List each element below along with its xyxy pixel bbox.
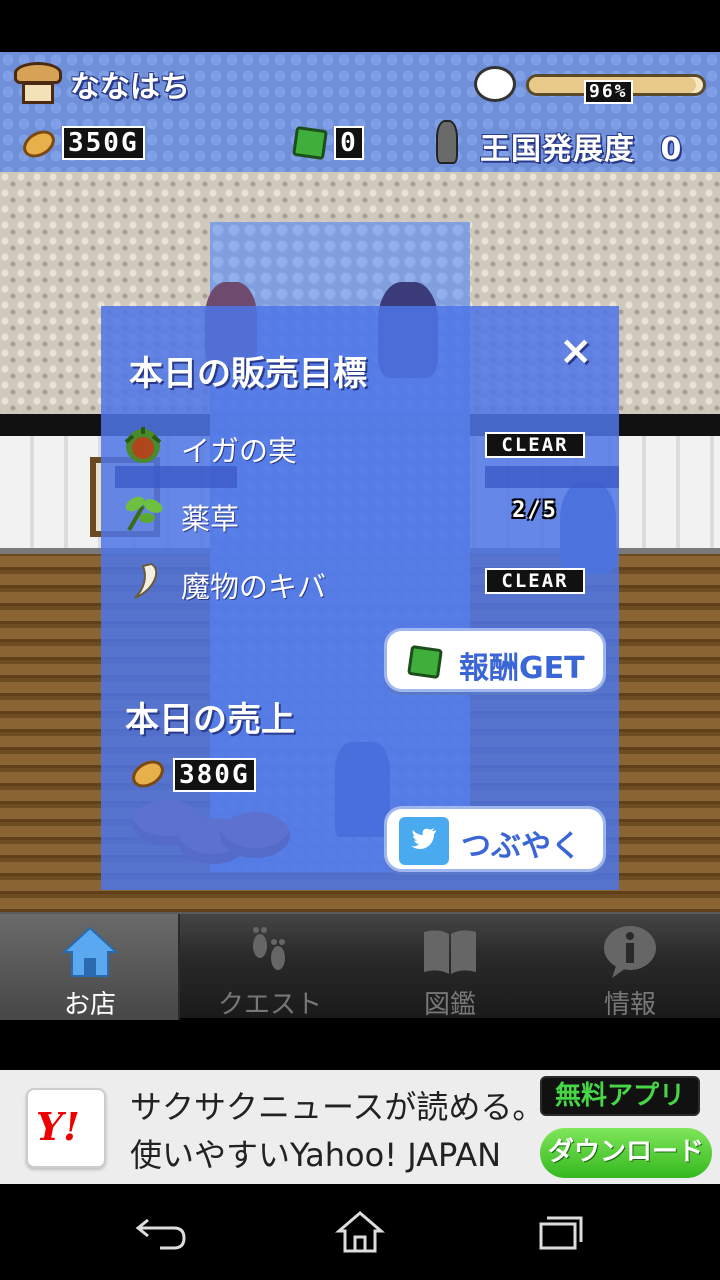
gem-icon bbox=[292, 125, 328, 161]
dialog-title: 本日の販売目標 bbox=[129, 354, 367, 394]
goal-item-name: 魔物のキバ bbox=[181, 570, 327, 604]
goal-item-row: イガの実 CLEAR bbox=[101, 418, 619, 478]
bottom-tab-bar: お店 クエスト 図鑑 情報 bbox=[0, 912, 720, 1020]
kingdom-value: 0 bbox=[660, 132, 683, 167]
reward-button-label: 報酬GET bbox=[459, 651, 585, 686]
tab-label: 図鑑 bbox=[423, 990, 476, 1020]
download-button[interactable]: ダウンロード bbox=[540, 1128, 712, 1178]
sales-amount: 380G bbox=[173, 758, 256, 792]
goal-item-name: 薬草 bbox=[181, 502, 240, 536]
info-icon bbox=[604, 926, 656, 978]
tab-label: クエスト bbox=[217, 990, 322, 1020]
gem-count: 0 bbox=[334, 126, 364, 160]
kingdom-development: 王国発展度 0 bbox=[480, 124, 682, 168]
goal-item-row: 魔物のキバ CLEAR bbox=[101, 554, 619, 614]
system-nav-bar bbox=[0, 1184, 720, 1280]
chestnut-icon bbox=[124, 427, 162, 463]
goal-item-status: 2/5 bbox=[512, 498, 558, 523]
herb-icon bbox=[125, 496, 163, 532]
tweet-button[interactable]: つぶやく bbox=[384, 806, 606, 872]
back-icon[interactable] bbox=[120, 1204, 200, 1260]
shop-name: ななはち bbox=[70, 70, 190, 105]
goal-item-row: 薬草 2/5 bbox=[101, 486, 619, 546]
game-area[interactable]: ななはち 96% 350G 0 王国発展度 0 本日の販売目標 × イガの実 C… bbox=[0, 52, 720, 912]
reward-get-button[interactable]: 報酬GET bbox=[384, 628, 606, 692]
stamina-value: 96% bbox=[584, 80, 633, 104]
gem-icon bbox=[407, 644, 443, 680]
tab-label: 情報 bbox=[603, 990, 656, 1020]
kingdom-icon bbox=[436, 120, 458, 164]
twitter-bird-icon bbox=[399, 817, 449, 865]
kingdom-label: 王国発展度 bbox=[480, 132, 635, 167]
tab-quest[interactable]: クエスト bbox=[180, 914, 360, 1020]
book-icon bbox=[424, 930, 476, 974]
sales-goal-dialog: 本日の販売目標 × イガの実 CLEAR 薬草 2/5 魔物のキバ CLEAR … bbox=[101, 306, 619, 890]
house-icon bbox=[61, 926, 119, 977]
shop-icon bbox=[14, 62, 62, 104]
close-button[interactable]: × bbox=[559, 328, 593, 374]
recents-icon[interactable] bbox=[520, 1204, 600, 1260]
gold-coin-icon bbox=[127, 755, 169, 793]
yahoo-logo: Y! bbox=[26, 1088, 106, 1168]
ad-banner[interactable]: Y! サクサクニュースが読める。 使いやすいYahoo! JAPAN 無料アプリ… bbox=[0, 1070, 720, 1184]
ad-text-line1: サクサクニュースが読める。 bbox=[130, 1088, 545, 1126]
sales-title: 本日の売上 bbox=[125, 700, 295, 740]
tweet-button-label: つぶやく bbox=[461, 829, 581, 864]
free-app-badge: 無料アプリ bbox=[540, 1076, 700, 1116]
gold-amount: 350G bbox=[62, 126, 145, 160]
stamina-face-icon bbox=[474, 66, 516, 102]
tab-encyclopedia[interactable]: 図鑑 bbox=[360, 914, 540, 1020]
goal-item-name: イガの実 bbox=[181, 434, 298, 468]
fang-icon bbox=[134, 562, 158, 599]
tab-shop[interactable]: お店 bbox=[0, 914, 180, 1020]
ad-text-line2: 使いやすいYahoo! JAPAN bbox=[130, 1136, 502, 1174]
home-icon[interactable] bbox=[320, 1204, 400, 1260]
goal-item-status: CLEAR bbox=[485, 432, 585, 458]
footprints-icon bbox=[253, 927, 285, 970]
tab-label: お店 bbox=[63, 990, 116, 1020]
goal-item-status: CLEAR bbox=[485, 568, 585, 594]
screen: ななはち 96% 350G 0 王国発展度 0 本日の販売目標 × イガの実 C… bbox=[0, 0, 720, 1280]
tab-info[interactable]: 情報 bbox=[540, 914, 720, 1020]
yahoo-logo-text: Y! bbox=[36, 1104, 80, 1149]
